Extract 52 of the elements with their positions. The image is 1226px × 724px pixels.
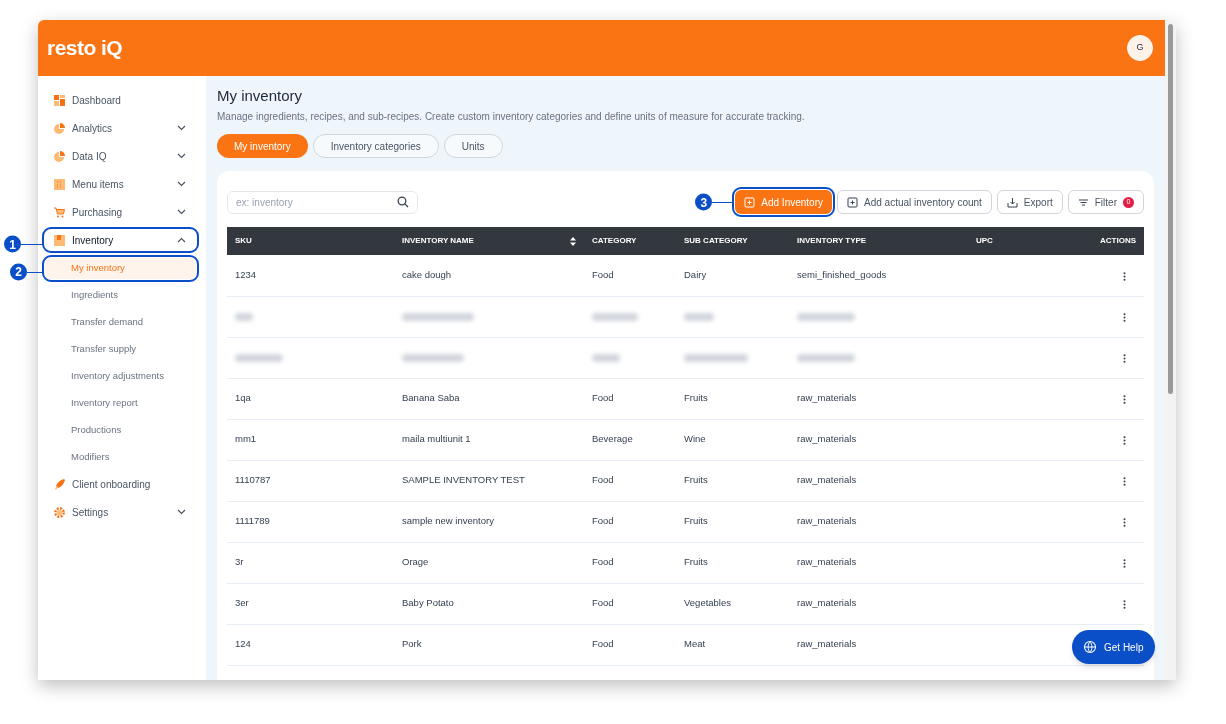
step-number-badge: 2 xyxy=(10,263,27,280)
column-header: INVENTORY TYPE xyxy=(789,227,968,255)
table-cell: Food xyxy=(584,501,676,542)
table-cell: maila multiunit 1 xyxy=(394,419,584,460)
table-cell: Orage xyxy=(394,542,584,583)
column-header: SKU xyxy=(227,227,394,255)
step-number-badge: 3 xyxy=(695,193,713,211)
table-cell: 1qa xyxy=(227,378,394,419)
table-cell: sample new inventory xyxy=(394,501,584,542)
table-cell: Fruits xyxy=(676,542,789,583)
table-cell: Baby Potato xyxy=(394,583,584,624)
step-number-badge: 1 xyxy=(4,235,21,253)
table-cell: Food xyxy=(584,583,676,624)
table-cell: Food xyxy=(584,542,676,583)
table-cell: 1234 xyxy=(227,255,394,296)
table-cell: mm1 xyxy=(227,419,394,460)
table-cell: Pork xyxy=(394,624,584,665)
column-header: ACTIONS xyxy=(1036,227,1144,255)
table-cell: Food xyxy=(584,624,676,665)
table-cell: 1111789 xyxy=(227,501,394,542)
table-cell: Dairy xyxy=(676,255,789,296)
table-cell: 1110787 xyxy=(227,460,394,501)
column-header: CATEGORY xyxy=(584,227,676,255)
table-cell: raw_materials xyxy=(789,378,968,419)
table-cell: raw_materials xyxy=(789,542,968,583)
column-header: UPC xyxy=(968,227,1037,255)
table-cell: Food xyxy=(584,460,676,501)
search-input: ex: inventory xyxy=(236,194,376,210)
page-description: Manage ingredients, recipes, and sub-recipes. Create custom inventory categories and define units of measure for accurate tracking. xyxy=(217,110,806,124)
table-cell: raw_materials xyxy=(789,419,968,460)
table-cell: cake dough xyxy=(394,255,584,296)
page-title: My inventory xyxy=(217,87,304,105)
table-cell: Fruits xyxy=(676,501,789,542)
table-cell: SAMPLE INVENTORY TEST xyxy=(394,460,584,501)
table-cell: Fruits xyxy=(676,378,789,419)
table-cell: 3r xyxy=(227,542,394,583)
table-cell: Wine xyxy=(676,419,789,460)
table-cell: Beverage xyxy=(584,419,676,460)
table-cell: Vegetables xyxy=(676,583,789,624)
table-cell: semi_finished_goods xyxy=(789,255,968,296)
table-cell: Fruits xyxy=(676,460,789,501)
table-cell: Meat xyxy=(676,624,789,665)
table-cell: Food xyxy=(584,255,676,296)
table-cell: raw_materials xyxy=(789,624,968,665)
table-cell: raw_materials xyxy=(789,501,968,542)
table-cell: 3er xyxy=(227,583,394,624)
table-cell: raw_materials xyxy=(789,583,968,624)
column-header: SUB CATEGORY xyxy=(676,227,789,255)
table-cell: 124 xyxy=(227,624,394,665)
table-cell: Banana Saba xyxy=(394,378,584,419)
table-cell: Food xyxy=(584,378,676,419)
table-cell: raw_materials xyxy=(789,460,968,501)
